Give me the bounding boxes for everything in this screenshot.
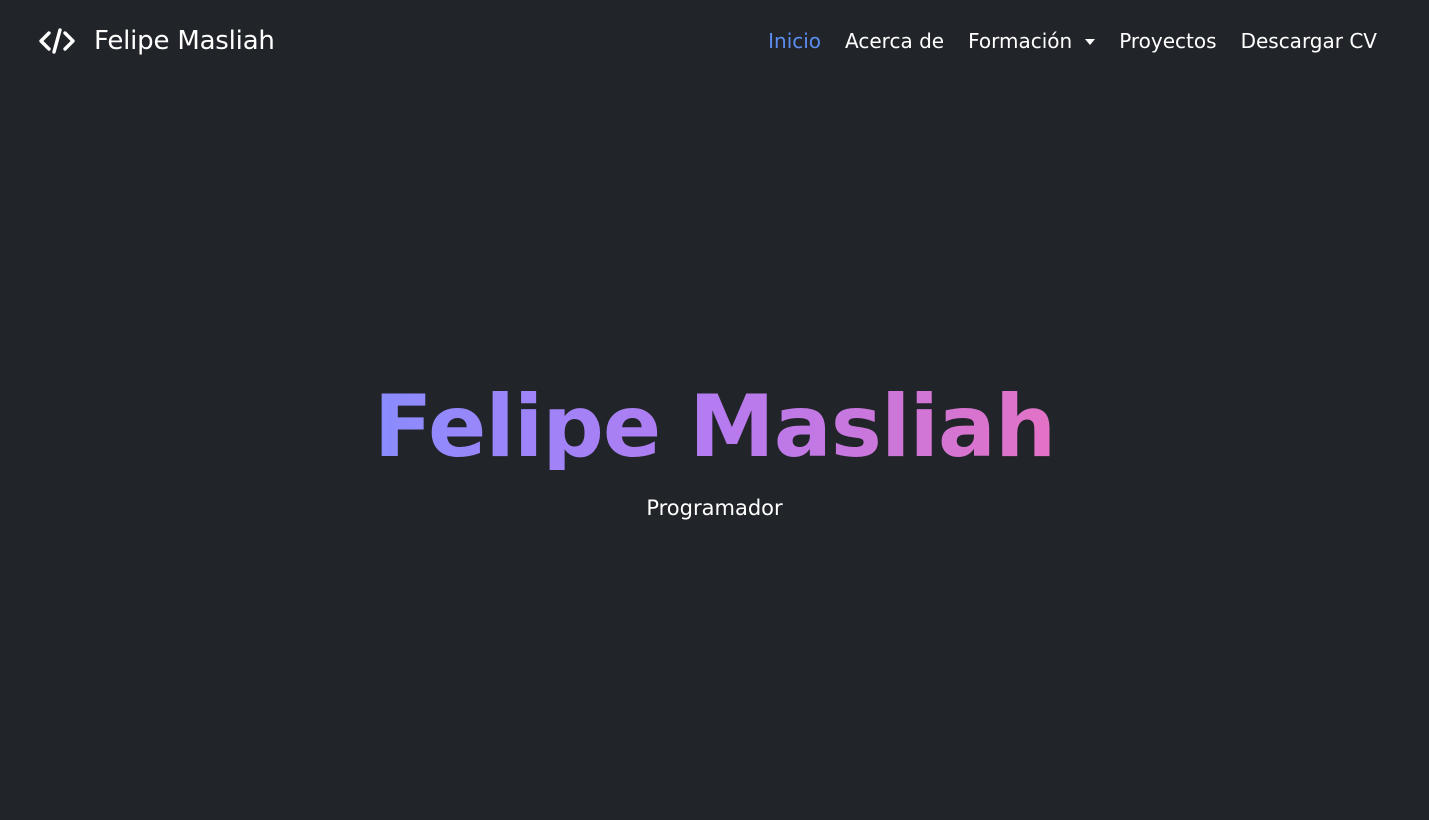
nav-link-proyectos[interactable]: Proyectos xyxy=(1119,31,1216,51)
navbar: Felipe Masliah Inicio Acerca de Formació… xyxy=(0,0,1429,82)
nav-menu: Inicio Acerca de Formación Proyectos Des… xyxy=(768,31,1377,51)
hero-title: Felipe Masliah xyxy=(373,376,1056,477)
nav-dropdown-formacion-label: Formación xyxy=(968,29,1073,53)
nav-link-acerca-de[interactable]: Acerca de xyxy=(845,31,944,51)
nav-link-inicio[interactable]: Inicio xyxy=(768,31,821,51)
hero-section: Felipe Masliah Programador xyxy=(0,82,1429,820)
nav-dropdown-formacion[interactable]: Formación xyxy=(968,29,1096,53)
brand-link[interactable]: Felipe Masliah xyxy=(38,27,275,55)
hero-subtitle: Programador xyxy=(646,495,783,520)
nav-link-descargar-cv[interactable]: Descargar CV xyxy=(1241,31,1377,51)
brand-name: Felipe Masliah xyxy=(94,26,275,56)
code-icon xyxy=(38,27,76,55)
caret-down-icon xyxy=(1085,39,1096,45)
